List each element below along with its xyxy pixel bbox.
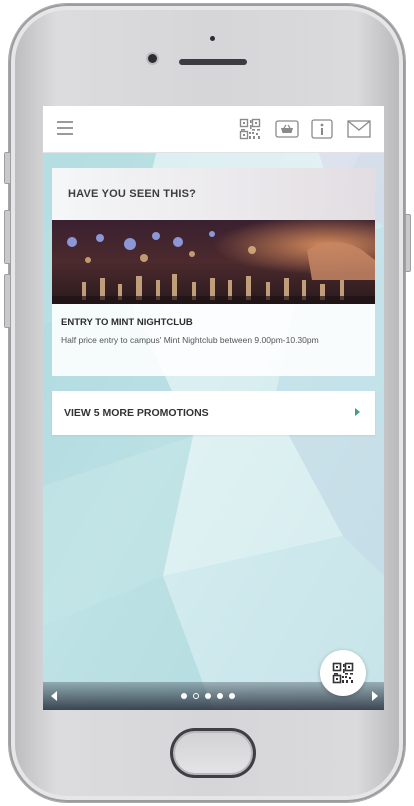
home-button[interactable] bbox=[170, 728, 256, 778]
mail-icon[interactable] bbox=[347, 120, 371, 138]
qr-code-icon bbox=[332, 662, 354, 684]
promo-title: ENTRY TO MINT NIGHTCLUB bbox=[61, 317, 193, 328]
phone-volume-up bbox=[4, 210, 11, 264]
top-bar bbox=[43, 106, 384, 153]
view-more-promotions-button[interactable]: VIEW 5 MORE PROMOTIONS bbox=[52, 391, 375, 435]
next-arrow-icon[interactable] bbox=[372, 691, 378, 701]
page-dot-1[interactable] bbox=[181, 693, 187, 699]
app-screen: HAVE YOU SEEN THIS? ENTRY TO MINT NIGHTC… bbox=[43, 106, 384, 710]
promo-header-text: HAVE YOU SEEN THIS? bbox=[68, 188, 197, 200]
earpiece-speaker bbox=[179, 59, 247, 65]
previous-arrow-icon[interactable] bbox=[51, 691, 57, 701]
chevron-right-icon bbox=[355, 408, 360, 416]
qr-code-icon[interactable] bbox=[239, 118, 261, 140]
front-camera bbox=[148, 54, 157, 63]
view-more-promotions-label: VIEW 5 MORE PROMOTIONS bbox=[64, 407, 209, 419]
phone-power-button bbox=[405, 214, 411, 272]
basket-icon[interactable] bbox=[275, 119, 299, 139]
proximity-sensor bbox=[210, 36, 215, 41]
info-icon[interactable] bbox=[311, 118, 333, 140]
page-indicator bbox=[181, 693, 235, 699]
page-dot-5[interactable] bbox=[229, 693, 235, 699]
page-dot-2[interactable] bbox=[193, 693, 199, 699]
phone-volume-down bbox=[4, 274, 11, 328]
qr-scan-button[interactable] bbox=[320, 650, 366, 696]
menu-icon[interactable] bbox=[57, 121, 73, 135]
promo-image bbox=[52, 220, 375, 304]
page-dot-4[interactable] bbox=[217, 693, 223, 699]
promo-header: HAVE YOU SEEN THIS? bbox=[52, 168, 375, 220]
page-dot-3[interactable] bbox=[205, 693, 211, 699]
promo-card[interactable]: HAVE YOU SEEN THIS? ENTRY TO MINT NIGHTC… bbox=[52, 168, 375, 376]
phone-silent-switch bbox=[4, 152, 11, 184]
promo-description: Half price entry to campus' Mint Nightcl… bbox=[61, 335, 319, 345]
